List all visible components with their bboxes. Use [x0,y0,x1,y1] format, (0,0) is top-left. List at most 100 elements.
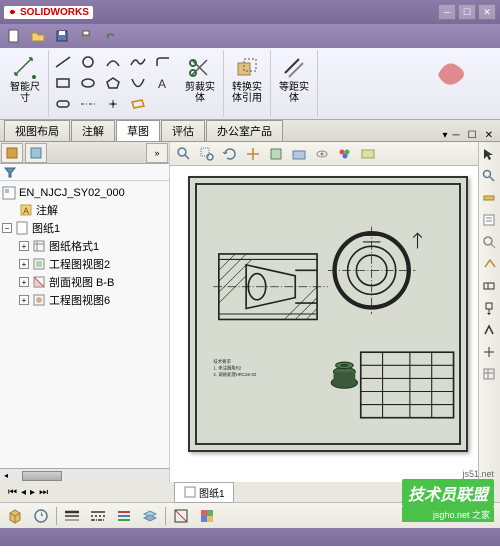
table-tool[interactable] [479,364,499,384]
svg-text:1. 未注圆角R2: 1. 未注圆角R2 [213,365,241,372]
display-style-button[interactable] [289,144,309,164]
rectangle-tool[interactable] [51,73,75,93]
ellipse-tool[interactable] [76,73,100,93]
tree-expand-toggle[interactable]: + [19,295,29,305]
plane-tool[interactable] [126,94,150,114]
spline-tool[interactable] [126,52,150,72]
close-button[interactable]: ✕ [478,4,496,20]
doc-close-icon[interactable]: ✕ [485,130,493,141]
point-tool[interactable] [101,94,125,114]
sheet-nav-first[interactable]: ⏮ [8,487,17,498]
undo-button[interactable] [100,27,120,45]
sheet-nav-next[interactable]: ▸ [30,487,35,498]
sheet-tab[interactable]: 图纸1 [174,482,234,503]
note-tool[interactable] [479,210,499,230]
scroll-left-icon[interactable]: ◂ [0,471,12,480]
polygon-tool[interactable] [101,73,125,93]
circle-tool[interactable] [76,52,100,72]
line-color-button[interactable] [113,505,135,527]
line-format-button[interactable] [61,505,83,527]
tree-root-label: EN_NJCJ_SY02_000 [19,187,125,199]
zoom-fit-button[interactable] [174,144,194,164]
tree-expand-toggle[interactable]: + [19,277,29,287]
feature-tree-tab[interactable] [1,143,23,163]
tree-item-format[interactable]: + 图纸格式1 [2,237,167,255]
sheet-nav-prev[interactable]: ◂ [21,487,26,498]
hide-edges-button[interactable] [170,505,192,527]
minimize-button[interactable]: ─ [438,4,456,20]
drawing-canvas[interactable]: 技术要求 1. 未注圆角R2 2. 调质处理HRC28-32 [170,166,478,482]
filter-icon[interactable] [4,166,16,178]
sheet-nav-last[interactable]: ⏭ [39,487,48,498]
app-name: SOLIDWORKS [20,7,89,18]
app-logo: SOLIDWORKS [4,6,93,19]
smart-dimension-button[interactable]: 智能尺寸 [8,52,42,106]
watermark-url: jsgho.net [433,510,470,520]
offset-button[interactable]: 等距实体 [277,52,311,106]
trim-icon [186,54,214,82]
color-display-button[interactable] [196,505,218,527]
surface-finish-tool[interactable] [479,320,499,340]
fillet-tool[interactable] [151,52,175,72]
doc-minimize-icon[interactable]: ─ [453,130,460,141]
slot-tool[interactable] [51,94,75,114]
tab-sketch[interactable]: 草图 [116,120,160,141]
save-button[interactable] [52,27,72,45]
tab-layout[interactable]: 视图布局 [4,120,70,141]
sidebar-scrollbar[interactable]: ◂ [0,468,169,482]
maximize-button[interactable]: ☐ [458,4,476,20]
zoom-area-button[interactable] [197,144,217,164]
tab-evaluate[interactable]: 评估 [161,120,205,141]
tree-item-view2[interactable]: + 工程图视图2 [2,255,167,273]
scene-button[interactable] [358,144,378,164]
layer-button[interactable] [139,505,161,527]
model-button[interactable] [4,505,26,527]
select-tool[interactable] [479,144,499,164]
text-tool[interactable]: A [151,73,175,93]
new-doc-button[interactable] [4,27,24,45]
property-tab[interactable] [25,143,47,163]
section-button[interactable] [266,144,286,164]
open-button[interactable] [28,27,48,45]
tree-collapse-toggle[interactable]: − [2,223,12,233]
line-style-button[interactable] [87,505,109,527]
parabola-tool[interactable] [126,73,150,93]
quick-access-toolbar [0,24,500,48]
measure-tool[interactable] [479,188,499,208]
drawing-icon [2,186,16,200]
gtol-tool[interactable] [479,276,499,296]
line-tool[interactable] [51,52,75,72]
tree-expand-toggle[interactable]: + [19,259,29,269]
scroll-thumb[interactable] [22,471,62,481]
doc-maximize-icon[interactable]: ☐ [468,130,477,141]
tree-annotations[interactable]: A 注解 [2,201,167,219]
print-button[interactable] [76,27,96,45]
trim-button[interactable]: 剪裁实体 [183,52,217,106]
datum-tool[interactable] [479,298,499,318]
tab-menu-icon[interactable]: ▾ [443,130,448,141]
tree-expand-toggle[interactable]: + [19,241,29,251]
tab-annotation[interactable]: 注解 [71,120,115,141]
appearance-button[interactable] [335,144,355,164]
centermark-tool[interactable] [479,342,499,362]
tree-sheet[interactable]: − 图纸1 [2,219,167,237]
centerline-tool[interactable] [76,94,100,114]
sidebar-expand-icon[interactable]: » [146,143,168,163]
titlebar: SOLIDWORKS ─ ☐ ✕ [0,0,500,24]
tree-item-label: 工程图视图6 [49,292,110,308]
balloon-tool[interactable] [479,232,499,252]
hide-show-button[interactable] [312,144,332,164]
tab-office[interactable]: 办公室产品 [206,120,283,141]
tree-item-section[interactable]: + 剖面视图 B-B [2,273,167,291]
pan-button[interactable] [243,144,263,164]
motion-button[interactable] [30,505,52,527]
tree-root[interactable]: EN_NJCJ_SY02_000 [2,185,167,201]
magnify-tool[interactable] [479,166,499,186]
arc-tool[interactable] [101,52,125,72]
rotate-view-button[interactable] [220,144,240,164]
tree-item-view6[interactable]: + 工程图视图6 [2,291,167,309]
more-tool[interactable] [151,94,175,114]
right-toolbar [478,142,500,482]
convert-button[interactable]: 转换实体引用 [230,52,264,106]
weld-tool[interactable] [479,254,499,274]
